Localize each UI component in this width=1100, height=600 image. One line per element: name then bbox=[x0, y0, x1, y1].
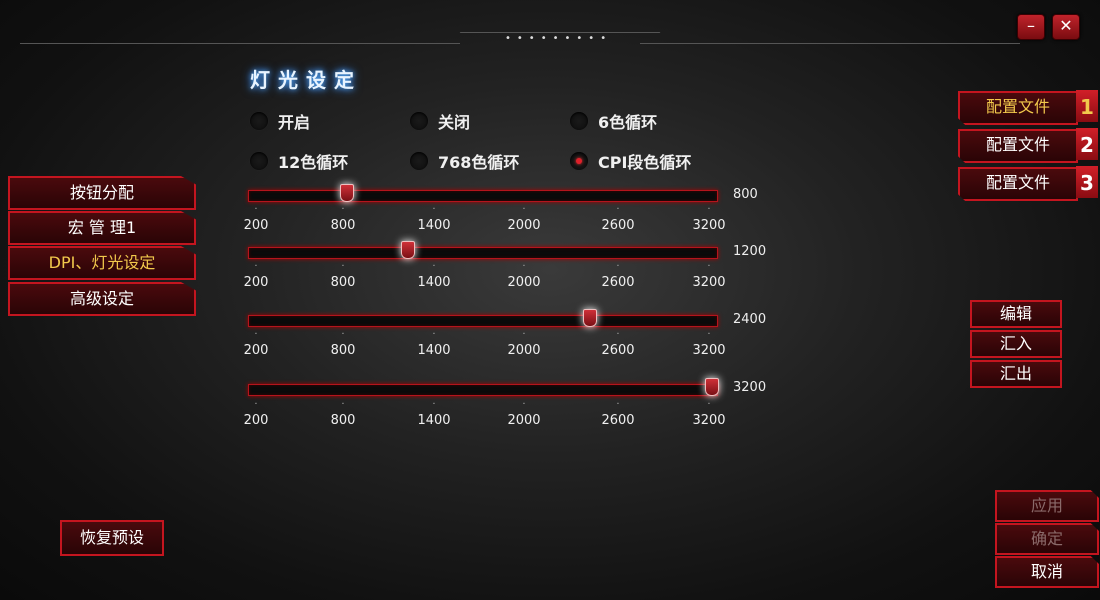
dpi-slider-3[interactable] bbox=[248, 309, 718, 327]
dpi-tick-label: 3200 bbox=[692, 275, 725, 290]
dpi-tick-label: 800 bbox=[331, 413, 356, 428]
dpi-tick-label: 2000 bbox=[507, 218, 540, 233]
radio-mode-on[interactable]: 开启 bbox=[250, 109, 310, 133]
radio-mode-off[interactable]: 关闭 bbox=[410, 109, 470, 133]
radio-mode-12color[interactable]: 12色循环 bbox=[250, 149, 348, 173]
dpi-tick-label: 2000 bbox=[507, 275, 540, 290]
title-dots: ••••••••• bbox=[505, 33, 613, 44]
dpi-tick-label: 800 bbox=[331, 343, 356, 358]
radio-mode-6color[interactable]: 6色循环 bbox=[570, 109, 657, 133]
profile-2-number[interactable]: 2 bbox=[1076, 128, 1098, 160]
radio-label: 关闭 bbox=[438, 113, 471, 132]
dpi-tick-label: 2600 bbox=[601, 413, 634, 428]
dpi-tick-label: 200 bbox=[244, 413, 269, 428]
dpi-value-1: 800 bbox=[733, 187, 758, 202]
dpi-tick-label: 200 bbox=[244, 343, 269, 358]
radio-label: 12色循环 bbox=[278, 153, 349, 172]
dpi-tick-label: 800 bbox=[331, 275, 356, 290]
radio-circle[interactable] bbox=[570, 152, 588, 170]
export-button[interactable]: 汇出 bbox=[970, 360, 1062, 388]
confirm-button[interactable]: 确定 bbox=[995, 523, 1099, 555]
dpi-tick-label: 2600 bbox=[601, 218, 634, 233]
edit-button[interactable]: 编辑 bbox=[970, 300, 1062, 328]
dpi-tick-label: 3200 bbox=[692, 343, 725, 358]
dpi-tick-label: 800 bbox=[331, 218, 356, 233]
nav-advanced-settings[interactable]: 高级设定 bbox=[8, 282, 196, 316]
dpi-scale-4: 200 800 1400 2000 2600 3200 bbox=[244, 407, 726, 428]
radio-label: 6色循环 bbox=[598, 113, 658, 132]
radio-label: CPI段色循环 bbox=[598, 153, 692, 172]
radio-circle[interactable] bbox=[250, 112, 268, 130]
dpi-tick-label: 200 bbox=[244, 275, 269, 290]
dpi-tick-label: 2600 bbox=[601, 343, 634, 358]
dpi-slider-1[interactable] bbox=[248, 184, 718, 202]
radio-label: 开启 bbox=[278, 113, 311, 132]
minimize-button[interactable]: – bbox=[1017, 14, 1045, 40]
radio-label: 768色循环 bbox=[438, 153, 520, 172]
slider-thumb[interactable] bbox=[340, 184, 355, 202]
cancel-button[interactable]: 取消 bbox=[995, 556, 1099, 588]
nav-macro-manager[interactable]: 宏 管 理1 bbox=[8, 211, 196, 245]
profile-1-button[interactable]: 配置文件 bbox=[958, 91, 1078, 125]
dpi-value-2: 1200 bbox=[733, 244, 767, 259]
import-button[interactable]: 汇入 bbox=[970, 330, 1062, 358]
dpi-value-4: 3200 bbox=[733, 380, 767, 395]
dpi-tick-label: 1400 bbox=[417, 275, 450, 290]
radio-circle[interactable] bbox=[410, 112, 428, 130]
slider-thumb[interactable] bbox=[583, 309, 598, 327]
dpi-tick-label: 3200 bbox=[692, 413, 725, 428]
apply-button[interactable]: 应用 bbox=[995, 490, 1099, 522]
dpi-tick-label: 3200 bbox=[692, 218, 725, 233]
dpi-tick-label: 200 bbox=[244, 218, 269, 233]
slider-thumb[interactable] bbox=[705, 378, 719, 396]
dpi-scale-2: 200 800 1400 2000 2600 3200 bbox=[244, 269, 726, 290]
dpi-tick-label: 2600 bbox=[601, 275, 634, 290]
profile-3-number[interactable]: 3 bbox=[1076, 166, 1098, 198]
top-divider-right bbox=[640, 43, 1020, 44]
restore-defaults-button[interactable]: 恢复预设 bbox=[60, 520, 164, 556]
dpi-slider-4[interactable] bbox=[248, 378, 719, 396]
radio-mode-768color[interactable]: 768色循环 bbox=[410, 149, 519, 173]
radio-circle[interactable] bbox=[570, 112, 588, 130]
dpi-tick-label: 1400 bbox=[417, 413, 450, 428]
dpi-scale-1: 200 800 1400 2000 2600 3200 bbox=[244, 212, 726, 233]
nav-button-assignment[interactable]: 按钮分配 bbox=[8, 176, 196, 210]
dpi-value-3: 2400 bbox=[733, 312, 767, 327]
top-divider-left bbox=[20, 43, 460, 44]
dpi-slider-2[interactable] bbox=[248, 241, 718, 259]
dpi-tick-label: 1400 bbox=[417, 343, 450, 358]
profile-3-button[interactable]: 配置文件 bbox=[958, 167, 1078, 201]
nav-dpi-light-settings[interactable]: DPI、灯光设定 bbox=[8, 246, 196, 280]
dpi-scale-3: 200 800 1400 2000 2600 3200 bbox=[244, 337, 726, 358]
profile-2-button[interactable]: 配置文件 bbox=[958, 129, 1078, 163]
profile-1-number[interactable]: 1 bbox=[1076, 90, 1098, 122]
dpi-tick-label: 1400 bbox=[417, 218, 450, 233]
slider-thumb[interactable] bbox=[401, 241, 415, 259]
dpi-tick-label: 2000 bbox=[507, 413, 540, 428]
radio-circle[interactable] bbox=[410, 152, 428, 170]
close-button[interactable]: ✕ bbox=[1052, 14, 1080, 40]
dpi-tick-label: 2000 bbox=[507, 343, 540, 358]
section-title: 灯光设定 bbox=[250, 68, 362, 92]
radio-mode-cpi[interactable]: CPI段色循环 bbox=[570, 149, 691, 173]
radio-circle[interactable] bbox=[250, 152, 268, 170]
